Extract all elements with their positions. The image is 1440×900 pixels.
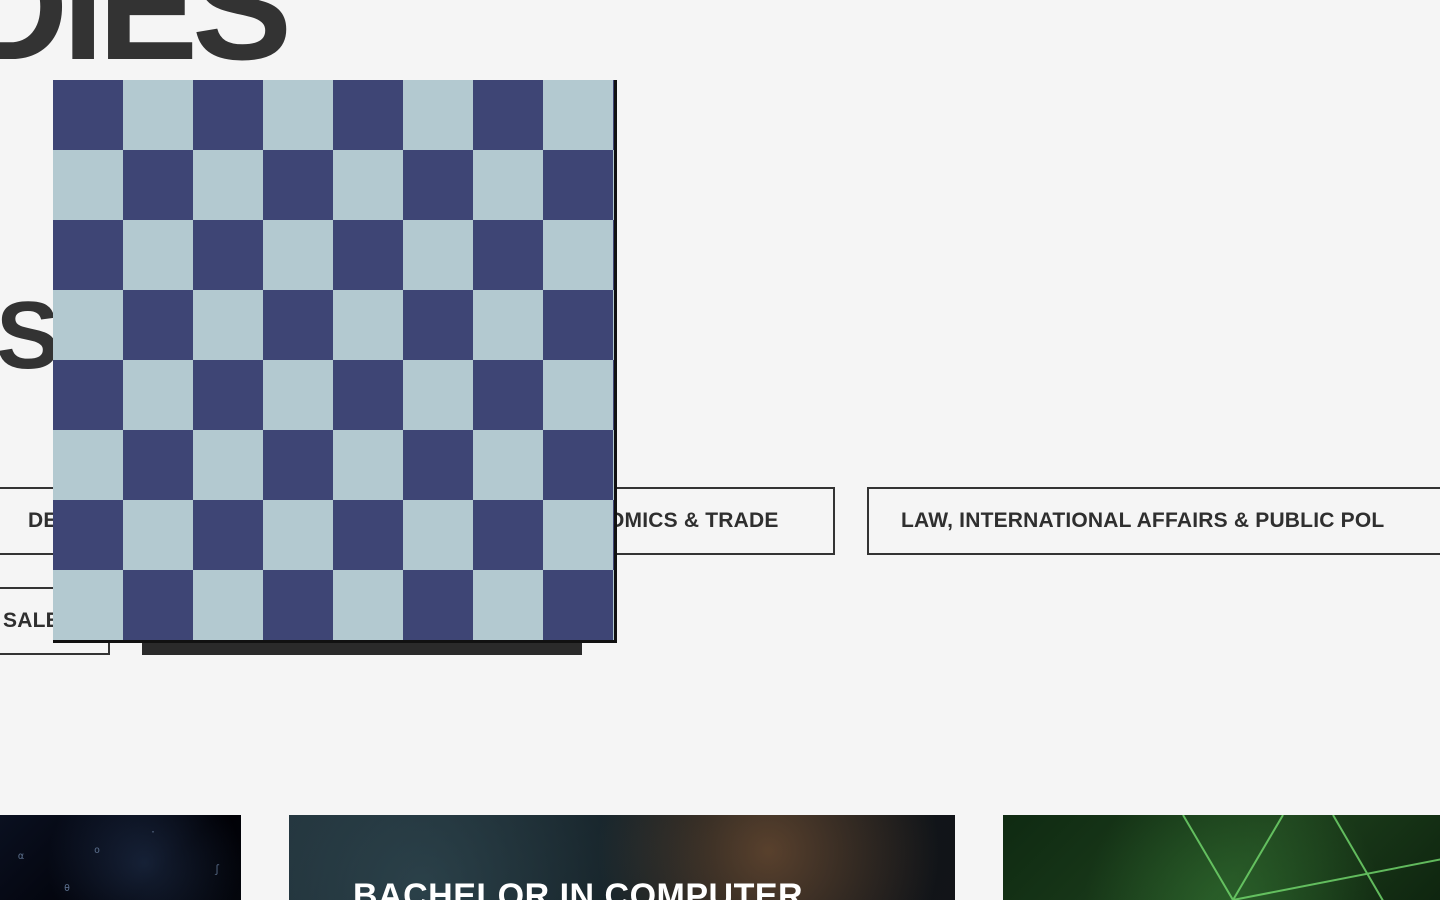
program-card-computer-science[interactable]: BACHELOR IN COMPUTER xyxy=(289,815,955,900)
program-card-title: BACHELOR IN COMPUTER xyxy=(353,877,804,900)
placeholder-image-checkerboard xyxy=(53,80,617,643)
filter-label: LAW, INTERNATIONAL AFFAIRS & PUBLIC POL xyxy=(901,509,1385,532)
decorative-glyph: · xyxy=(150,827,157,838)
filter-label: SALE xyxy=(3,609,60,632)
decorative-glyph: θ xyxy=(64,883,71,894)
section-heading-fragment: S xyxy=(0,282,61,389)
filter-button-law-international-affairs[interactable]: LAW, INTERNATIONAL AFFAIRS & PUBLIC POL xyxy=(867,487,1440,555)
filter-label: OMICS & TRADE xyxy=(608,509,779,532)
page: DIES S DE OMICS & TRADE LAW, INTERNATION… xyxy=(0,0,1440,900)
decorative-glyph: α xyxy=(18,851,25,862)
network-lines-graphic xyxy=(1182,815,1440,900)
program-card-left[interactable]: α o θ ∫ · xyxy=(0,815,241,900)
page-heading-fragment: DIES xyxy=(0,0,292,91)
decorative-glyph: ∫ xyxy=(214,865,221,876)
program-card-right[interactable] xyxy=(1003,815,1440,900)
decorative-glyph: o xyxy=(94,845,101,856)
